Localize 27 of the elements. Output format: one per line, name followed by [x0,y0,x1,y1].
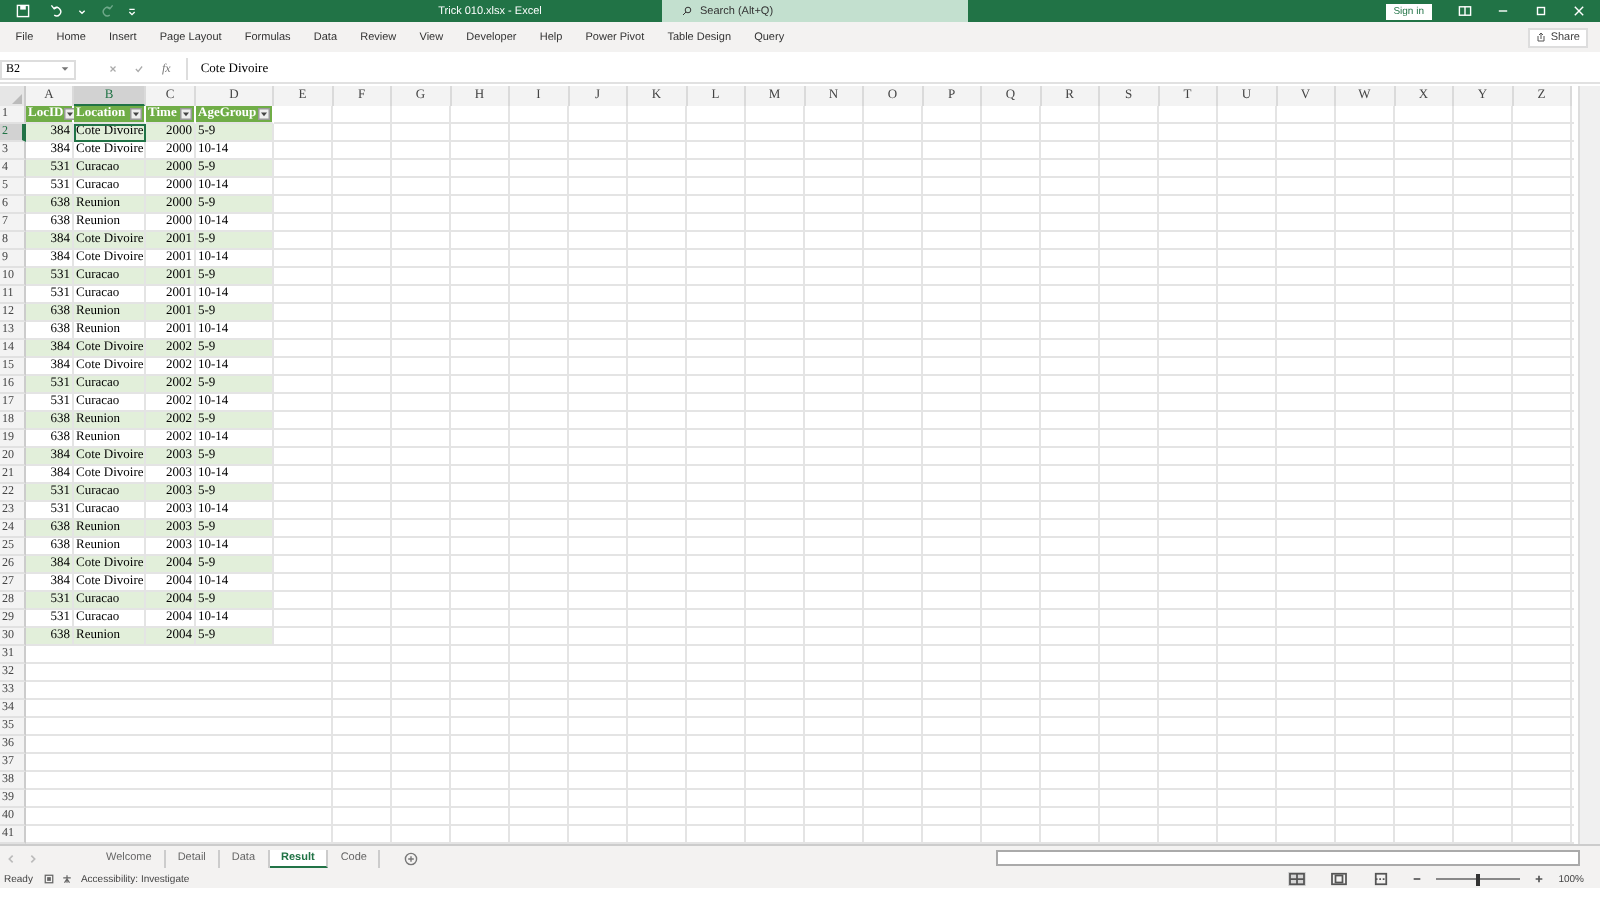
macro-recording-icon[interactable] [44,874,55,884]
restore-icon[interactable] [1534,4,1548,18]
horizontal-scrollbar[interactable] [996,850,1580,866]
zoom-out-icon[interactable] [1412,874,1423,884]
undo-icon[interactable] [50,4,64,18]
filter-dropdown-icon[interactable] [180,108,192,120]
customize-icon[interactable] [128,7,136,15]
accessibility-icon[interactable] [62,874,73,884]
vertical-scrollbar[interactable] [1578,86,1600,844]
zoom-in-icon[interactable] [1534,874,1545,884]
page-break-preview-icon[interactable] [1372,872,1391,886]
zoom-slider-thumb[interactable] [1476,873,1481,885]
caret-icon[interactable] [78,7,86,15]
minimize-icon[interactable] [1496,4,1510,18]
normal-view-icon[interactable] [1288,872,1307,886]
page-layout-icon[interactable] [1330,872,1349,886]
filter-dropdown-icon[interactable] [258,108,270,120]
redo-icon [100,4,114,18]
check-icon[interactable] [134,64,144,74]
close-icon[interactable] [1572,4,1586,18]
ribbon-display-icon[interactable] [1458,4,1472,18]
search-icon [682,6,692,16]
add-sheet-icon[interactable] [404,851,419,865]
share-icon [1536,32,1547,42]
save-icon[interactable] [16,4,30,18]
caret-icon[interactable] [60,64,70,74]
filter-dropdown-icon[interactable] [130,108,142,120]
